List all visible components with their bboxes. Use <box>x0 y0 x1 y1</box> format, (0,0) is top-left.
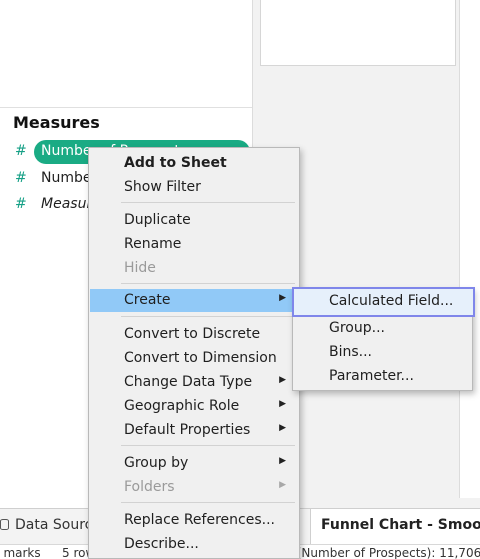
tab-funnel-chart[interactable]: Funnel Chart - Smoothed <box>310 509 480 545</box>
menu-item-geographic-role[interactable]: Geographic Role ▶ <box>90 395 298 418</box>
status-sum: SUM(Number of Prospects): 11,706 <box>270 546 480 559</box>
menu-item-add-to-sheet[interactable]: Add to Sheet <box>90 152 298 175</box>
menu-item-default-properties[interactable]: Default Properties ▶ <box>90 419 298 442</box>
submenu-arrow-icon: ▶ <box>279 480 286 490</box>
menu-item-create[interactable]: Create ▶ <box>90 289 298 312</box>
menu-item-hide: Hide <box>124 260 156 276</box>
hash-icon: # <box>15 196 27 212</box>
submenu-arrow-icon: ▶ <box>279 456 286 466</box>
submenu-arrow-icon: ▶ <box>279 375 286 385</box>
submenu-arrow-icon: ▶ <box>279 293 286 303</box>
menu-item-duplicate[interactable]: Duplicate <box>90 209 298 232</box>
pane-divider <box>0 107 252 108</box>
menu-item-convert-to-dimension[interactable]: Convert to Dimension <box>90 347 298 370</box>
hash-icon: # <box>15 143 27 159</box>
submenu-item-calculated-field[interactable]: Calculated Field... <box>292 287 475 317</box>
submenu-item-parameter[interactable]: Parameter... <box>293 364 472 388</box>
shelf-card <box>260 0 456 66</box>
database-icon <box>0 519 9 530</box>
menu-item-folders: Folders ▶ <box>124 479 286 495</box>
menu-item-change-data-type[interactable]: Change Data Type ▶ <box>90 371 298 394</box>
menu-item-describe[interactable]: Describe... <box>90 533 298 556</box>
field-context-menu: Add to Sheet Show Filter Duplicate Renam… <box>88 147 300 559</box>
status-marks: 4 marks <box>0 546 41 559</box>
measures-section-title: Measures <box>13 113 100 132</box>
submenu-item-bins[interactable]: Bins... <box>293 340 472 364</box>
tab-data-source[interactable]: Data Source <box>0 517 101 533</box>
submenu-item-group[interactable]: Group... <box>293 316 472 340</box>
menu-item-group-by[interactable]: Group by ▶ <box>90 452 298 475</box>
menu-item-rename[interactable]: Rename <box>90 233 298 256</box>
menu-separator <box>121 316 295 317</box>
create-submenu: Calculated Field... Group... Bins... Par… <box>292 287 475 391</box>
menu-item-convert-to-discrete[interactable]: Convert to Discrete <box>90 323 298 346</box>
hash-icon: # <box>15 170 27 186</box>
menu-separator <box>121 502 295 503</box>
submenu-arrow-icon: ▶ <box>279 399 286 409</box>
menu-separator <box>121 202 295 203</box>
menu-separator <box>121 283 295 284</box>
submenu-arrow-icon: ▶ <box>279 423 286 433</box>
menu-item-show-filter[interactable]: Show Filter <box>90 176 298 199</box>
vertical-scroll-strip[interactable] <box>459 0 480 498</box>
menu-item-replace-references[interactable]: Replace References... <box>90 509 298 532</box>
menu-separator <box>121 445 295 446</box>
